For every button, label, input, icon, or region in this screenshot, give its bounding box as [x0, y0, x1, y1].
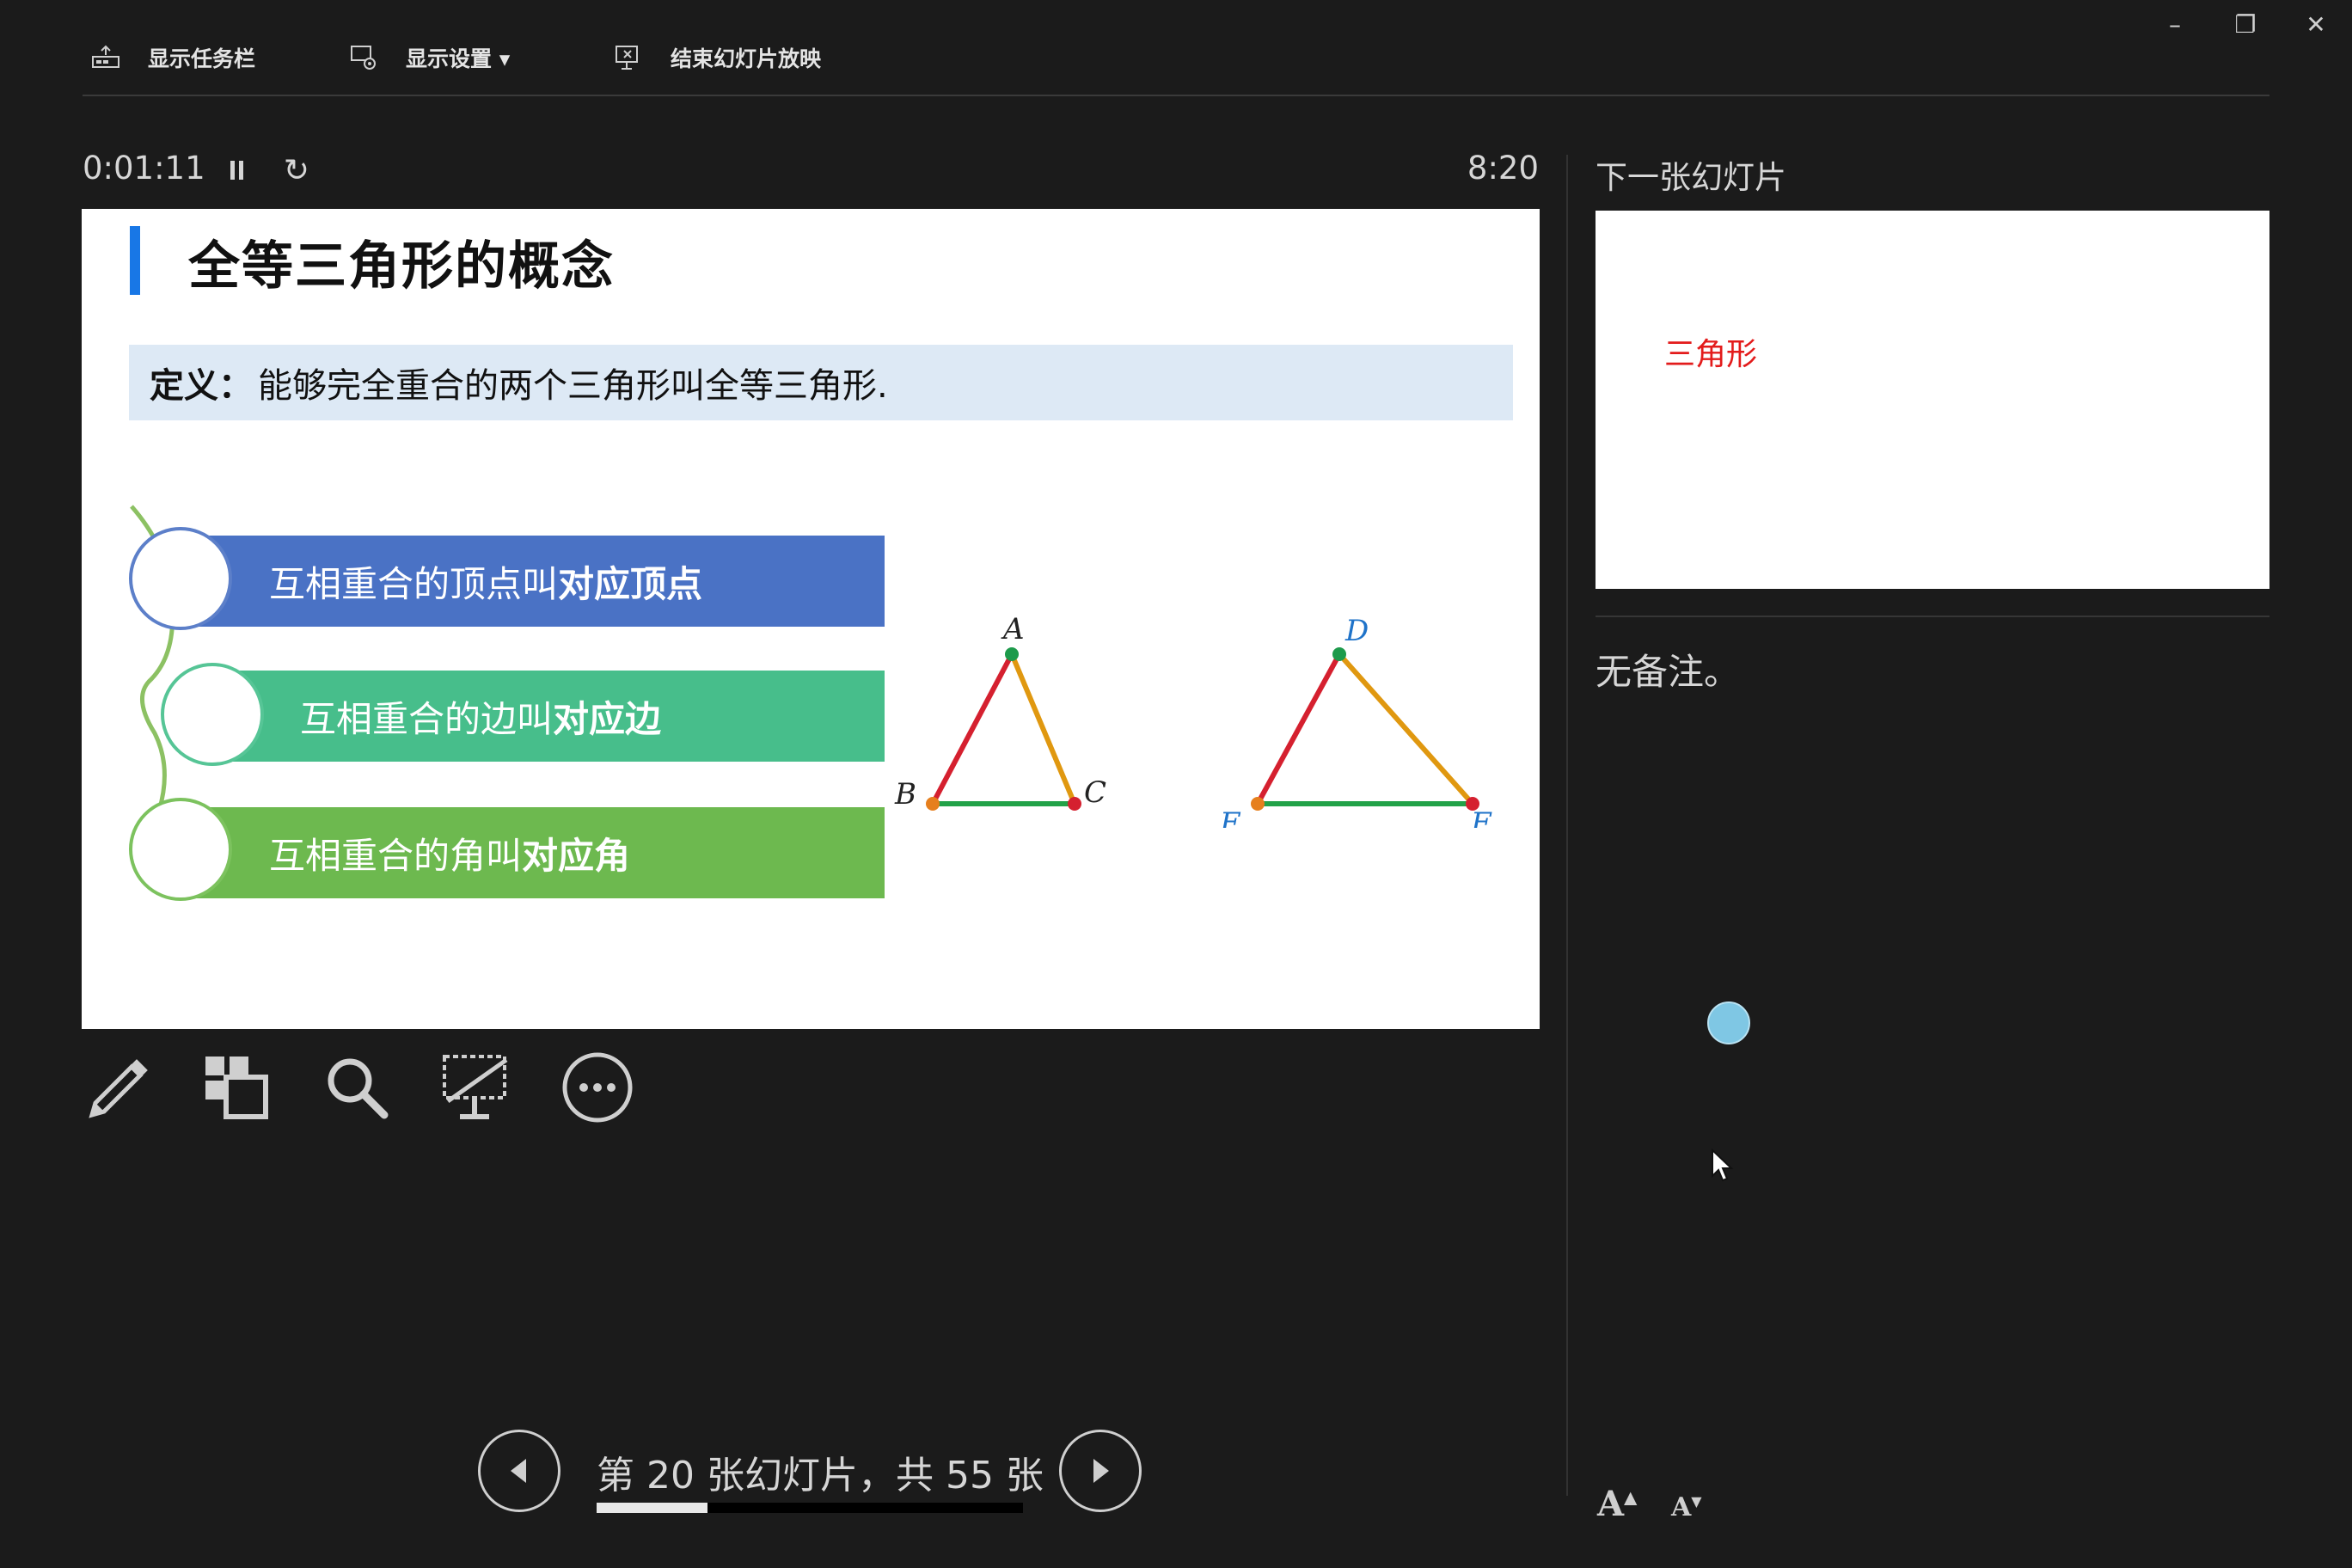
- decrease-font-button[interactable]: A▼: [1671, 1492, 1702, 1522]
- band-sides: 互相重合的边叫 对应边: [202, 671, 885, 762]
- vertex-d-label: D: [1344, 614, 1369, 648]
- show-taskbar-button[interactable]: 显示任务栏: [89, 34, 255, 81]
- end-slideshow-icon: [612, 41, 645, 74]
- increase-font-label: A: [1597, 1484, 1625, 1524]
- vertex-b-label: B: [894, 777, 916, 811]
- restore-button[interactable]: ❐: [2220, 7, 2271, 41]
- band-sides-circle: [161, 663, 264, 766]
- next-slide-text: 三角形: [1664, 337, 1758, 372]
- band-angles-prefix: 互相重合的角叫: [269, 834, 523, 877]
- previous-slide-button[interactable]: [478, 1430, 560, 1512]
- vertex-a-label: A: [1001, 612, 1025, 646]
- band-angles-circle: [129, 798, 232, 901]
- decrease-font-caret-icon: ▼: [1691, 1493, 1702, 1510]
- close-button[interactable]: ✕: [2290, 7, 2342, 41]
- slide-progress-bar[interactable]: [597, 1503, 1023, 1513]
- zoom-button[interactable]: [318, 1049, 395, 1126]
- definition-box: 定义： 能够完全重合的两个三角形叫全等三角形.: [129, 345, 1513, 420]
- slide-title: 全等三角形的概念: [188, 236, 615, 297]
- toolbar-divider: [83, 95, 2269, 96]
- definition-text: 能够完全重合的两个三角形叫全等三角形.: [258, 366, 888, 406]
- band-sides-bold: 对应边: [553, 697, 662, 740]
- more-icon: [562, 1052, 633, 1123]
- increase-font-caret-icon: ▲: [1624, 1486, 1638, 1508]
- vertex-e-label: E: [1219, 806, 1241, 828]
- previous-arrow-icon: [511, 1459, 526, 1483]
- band-sides-prefix: 互相重合的边叫: [300, 697, 554, 740]
- increase-font-button[interactable]: A▲: [1597, 1484, 1637, 1524]
- pen-icon: [89, 1059, 148, 1118]
- next-slide-button[interactable]: [1059, 1430, 1142, 1512]
- pane-divider[interactable]: [1566, 155, 1568, 1496]
- restart-timer-button[interactable]: ↻: [279, 152, 314, 188]
- pause-icon: [230, 161, 243, 180]
- clock: 8:20: [1467, 150, 1539, 187]
- slide-counter[interactable]: 第 20 张幻灯片，共 55 张: [597, 1444, 1044, 1499]
- restart-icon: ↻: [283, 152, 310, 188]
- mouse-cursor-icon: [1712, 1148, 1734, 1182]
- band-angles: 互相重合的角叫 对应角: [168, 807, 885, 898]
- next-slide-preview[interactable]: 三角形: [1596, 211, 2269, 589]
- band-vertices-bold: 对应顶点: [558, 562, 703, 605]
- band-vertices-circle: [129, 527, 232, 630]
- triangle-def: D E F: [1219, 614, 1492, 828]
- minimize-button[interactable]: –: [2149, 7, 2201, 41]
- display-settings-button[interactable]: 显示设置 ▾: [347, 34, 510, 81]
- more-options-button[interactable]: [559, 1049, 636, 1126]
- decrease-font-label: A: [1671, 1492, 1692, 1522]
- elapsed-timer: 0:01:11: [83, 150, 205, 187]
- band-vertices-prefix: 互相重合的顶点叫: [269, 562, 559, 605]
- slides-grid-icon: [205, 1057, 268, 1119]
- vertex-f-label: F: [1470, 806, 1492, 828]
- pause-timer-button[interactable]: [222, 155, 253, 186]
- see-all-slides-button[interactable]: [198, 1049, 275, 1126]
- black-screen-button[interactable]: [437, 1049, 514, 1126]
- definition-label: 定义：: [150, 366, 253, 406]
- next-slide-label: 下一张幻灯片: [1596, 159, 1786, 196]
- display-settings-label: 显示设置 ▾: [406, 46, 511, 71]
- magnifier-icon: [328, 1058, 389, 1119]
- vertex-c-label: C: [1084, 775, 1106, 810]
- end-slideshow-button[interactable]: 结束幻灯片放映: [612, 34, 821, 81]
- band-angles-bold: 对应角: [522, 834, 631, 877]
- display-settings-icon: [347, 41, 380, 74]
- pen-tool-button[interactable]: [79, 1049, 156, 1126]
- band-vertices: 互相重合的顶点叫 对应顶点: [168, 536, 885, 627]
- monitor-slash-icon: [443, 1055, 508, 1119]
- title-accent-bar: [130, 226, 140, 295]
- triangle-abc: A B C: [894, 612, 1106, 811]
- end-slideshow-label: 结束幻灯片放映: [671, 46, 822, 71]
- show-taskbar-label: 显示任务栏: [148, 46, 256, 71]
- taskbar-icon: [89, 41, 122, 74]
- notes-divider: [1596, 616, 2269, 617]
- timer-bubble: [1707, 1001, 1750, 1044]
- next-arrow-icon: [1093, 1459, 1109, 1483]
- slide-progress-fill: [597, 1503, 707, 1513]
- current-slide[interactable]: 全等三角形的概念 定义： 能够完全重合的两个三角形叫全等三角形. 互相重合的顶点…: [82, 209, 1540, 1029]
- speaker-notes[interactable]: 无备注。: [1596, 643, 1740, 695]
